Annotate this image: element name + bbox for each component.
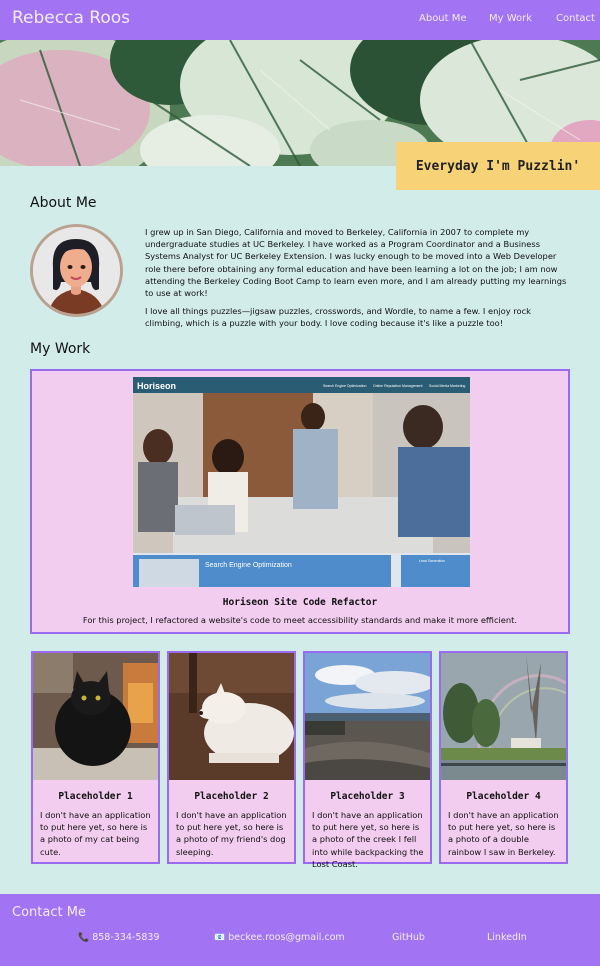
cat-photo [33, 653, 158, 780]
about-title: About Me [30, 195, 97, 211]
about-bio: I grew up in San Diego, California and m… [145, 226, 570, 336]
about-paragraph: I love all things puzzles—jigsaw puzzles… [145, 306, 531, 329]
work-title: My Work [30, 341, 91, 357]
site-header: Rebecca Roos About Me My Work Contact [0, 0, 600, 40]
github-link[interactable]: GitHub [392, 932, 425, 943]
featured-project-card[interactable]: Horiseon Search Engine Optimization Onli… [30, 369, 570, 634]
email-address: beckee.roos@gmail.com [228, 932, 345, 943]
about-paragraph: I grew up in San Diego, California and m… [145, 227, 567, 299]
contact-title: Contact Me [12, 905, 86, 920]
horiseon-nav-2: Online Reputation Management [373, 384, 422, 388]
horiseon-nav-3: Social Media Marketing [429, 384, 465, 388]
featured-project-screenshot[interactable]: Horiseon Search Engine Optimization Onli… [133, 377, 470, 587]
hero-tagline: Everyday I'm Puzzlin' [396, 142, 600, 190]
rainbow-photo [441, 653, 566, 780]
placeholder-card-3[interactable]: Placeholder 3 I don't have an applicatio… [303, 651, 432, 869]
dog-photo [169, 653, 294, 780]
placeholder-card-2[interactable]: Placeholder 2 I don't have an applicatio… [167, 651, 296, 864]
phone-icon: 📞 [78, 932, 90, 943]
placeholder-title[interactable]: Placeholder 1 [33, 791, 158, 802]
placeholder-description: I don't have an application to put here … [312, 810, 424, 869]
placeholder-title[interactable]: Placeholder 2 [169, 791, 294, 802]
email-link[interactable]: 📧 beckee.roos@gmail.com [214, 932, 345, 943]
nav-contact[interactable]: Contact [556, 13, 595, 24]
horiseon-brand: Horiseon [137, 381, 176, 391]
site-brand[interactable]: Rebecca Roos [12, 8, 130, 28]
placeholder-description: I don't have an application to put here … [448, 810, 559, 857]
placeholder-card-1[interactable]: Placeholder 1 I don't have an applicatio… [31, 651, 160, 864]
nav-about-me[interactable]: About Me [419, 13, 467, 24]
creek-photo [305, 653, 430, 780]
placeholder-description: I don't have an application to put here … [40, 810, 151, 857]
featured-project-title[interactable]: Horiseon Site Code Refactor [32, 597, 568, 608]
placeholder-title[interactable]: Placeholder 3 [305, 791, 430, 802]
site-footer: Contact Me 📞 858-334-5839 📧 beckee.roos@… [0, 894, 600, 966]
placeholder-description: I don't have an application to put here … [176, 810, 287, 857]
nav-my-work[interactable]: My Work [489, 13, 532, 24]
horiseon-panel-title: Search Engine Optimization [205, 562, 292, 569]
placeholder-title[interactable]: Placeholder 4 [441, 791, 566, 802]
horiseon-nav-1: Search Engine Optimization [323, 384, 366, 388]
avatar [30, 224, 123, 317]
featured-project-description: For this project, I refactored a website… [82, 615, 518, 625]
phone-link[interactable]: 📞 858-334-5839 [78, 932, 160, 943]
email-icon: 📧 [214, 932, 226, 943]
placeholder-card-4[interactable]: Placeholder 4 I don't have an applicatio… [439, 651, 568, 864]
phone-number: 858-334-5839 [92, 932, 160, 943]
horiseon-side-title: Lead Generation [419, 559, 445, 563]
linkedin-link[interactable]: LinkedIn [487, 932, 527, 943]
